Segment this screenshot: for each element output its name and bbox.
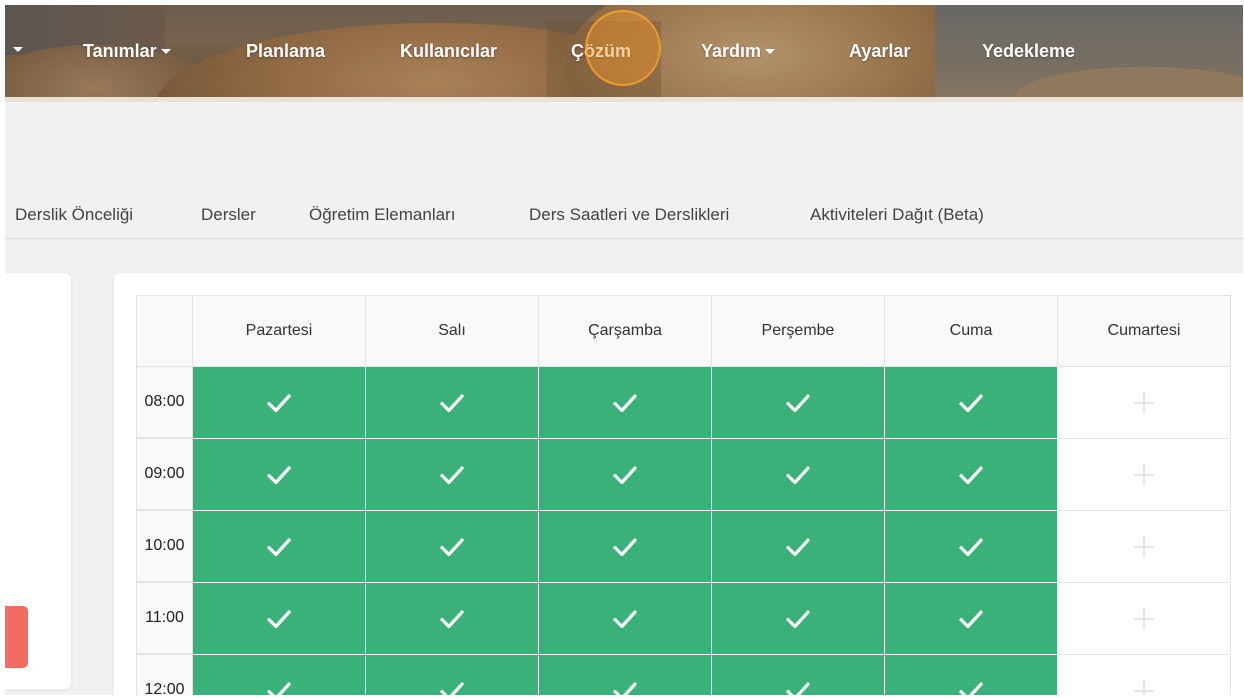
tab-dersler[interactable]: Dersler: [201, 205, 256, 225]
slot-available[interactable]: [193, 655, 366, 695]
top-navbar: Tanımlar Planlama Kullanıcılar Çözüm Yar…: [5, 5, 1243, 97]
day-header: Cuma: [884, 295, 1058, 367]
delete-button[interactable]: [5, 606, 28, 668]
check-icon: [959, 466, 983, 484]
plus-icon: [1134, 536, 1154, 557]
time-label: 11:00: [136, 582, 193, 654]
time-label: 08:00: [136, 366, 193, 438]
nav-item-kullanicilar[interactable]: Kullanıcılar: [400, 39, 497, 63]
slot-available[interactable]: [366, 511, 539, 583]
check-icon: [613, 682, 637, 695]
plus-icon: [1134, 464, 1154, 485]
slot-available[interactable]: [366, 583, 539, 655]
slot-available[interactable]: [885, 367, 1058, 439]
slot-available[interactable]: [539, 583, 712, 655]
slot-available[interactable]: [193, 439, 366, 511]
caret-down-icon: [160, 48, 171, 54]
check-icon: [267, 466, 291, 484]
slot-available[interactable]: [193, 511, 366, 583]
tab-derslik-onceligi[interactable]: Derslik Önceliği: [15, 205, 133, 225]
slot-unavailable[interactable]: [1058, 583, 1231, 655]
tab-ogretim-elemanlari[interactable]: Öğretim Elemanları: [309, 205, 455, 225]
nav-item-tanimlar[interactable]: Tanımlar: [83, 39, 171, 63]
slot-available[interactable]: [885, 439, 1058, 511]
caret-down-icon: [765, 48, 776, 54]
time-label: 12:00: [136, 654, 193, 695]
time-label: 10:00: [136, 510, 193, 582]
slot-available[interactable]: [366, 367, 539, 439]
check-icon: [786, 466, 810, 484]
tab-ders-saatleri-ve-derslikleri[interactable]: Ders Saatleri ve Derslikleri: [529, 205, 729, 225]
slot-available[interactable]: [712, 511, 885, 583]
slot-unavailable[interactable]: [1058, 439, 1231, 511]
slot-available[interactable]: [539, 655, 712, 695]
tab-aktiviteleri-dagit[interactable]: Aktiviteleri Dağıt (Beta): [810, 205, 984, 225]
plus-icon: [1134, 392, 1154, 413]
check-icon: [613, 394, 637, 412]
check-icon: [267, 394, 291, 412]
check-icon: [440, 394, 464, 412]
time-label: 09:00: [136, 438, 193, 510]
check-icon: [440, 466, 464, 484]
check-icon: [267, 682, 291, 695]
plus-icon: [1134, 680, 1154, 695]
day-header: Salı: [365, 295, 539, 367]
slot-unavailable[interactable]: [1058, 511, 1231, 583]
plus-icon: [1134, 608, 1154, 629]
nav-item-yardim[interactable]: Yardım: [701, 39, 776, 63]
nav-item-planlama[interactable]: Planlama: [246, 39, 325, 63]
check-icon: [613, 466, 637, 484]
slot-available[interactable]: [539, 439, 712, 511]
slot-available[interactable]: [193, 583, 366, 655]
check-icon: [786, 538, 810, 556]
slot-available[interactable]: [712, 583, 885, 655]
day-header: Cumartesi: [1057, 295, 1231, 367]
hidden-menu-caret-icon[interactable]: [13, 47, 23, 52]
check-icon: [959, 610, 983, 628]
slot-available[interactable]: [539, 511, 712, 583]
slot-available[interactable]: [712, 439, 885, 511]
slot-available[interactable]: [885, 655, 1058, 695]
slot-available[interactable]: [885, 511, 1058, 583]
check-icon: [440, 682, 464, 695]
slot-available[interactable]: [712, 655, 885, 695]
day-header: Pazartesi: [192, 295, 366, 367]
slot-unavailable[interactable]: [1058, 655, 1231, 695]
check-icon: [267, 538, 291, 556]
slot-available[interactable]: [366, 439, 539, 511]
check-icon: [786, 610, 810, 628]
check-icon: [786, 682, 810, 695]
check-icon: [959, 394, 983, 412]
click-indicator: [585, 10, 661, 86]
check-icon: [959, 682, 983, 695]
app-frame: Tanımlar Planlama Kullanıcılar Çözüm Yar…: [5, 5, 1243, 695]
check-icon: [613, 538, 637, 556]
slot-unavailable[interactable]: [1058, 367, 1231, 439]
check-icon: [613, 610, 637, 628]
day-header: Perşembe: [711, 295, 885, 367]
section-tabs: Derslik Önceliği Dersler Öğretim Elemanl…: [5, 195, 1243, 239]
slot-available[interactable]: [366, 655, 539, 695]
check-icon: [440, 610, 464, 628]
day-header: Çarşamba: [538, 295, 712, 367]
check-icon: [959, 538, 983, 556]
check-icon: [267, 610, 291, 628]
slot-available[interactable]: [885, 583, 1058, 655]
grid-corner: [136, 295, 193, 367]
slot-available[interactable]: [712, 367, 885, 439]
slot-available[interactable]: [539, 367, 712, 439]
check-icon: [440, 538, 464, 556]
nav-item-yedekleme[interactable]: Yedekleme: [982, 39, 1075, 63]
check-icon: [786, 394, 810, 412]
nav-item-ayarlar[interactable]: Ayarlar: [849, 39, 910, 63]
slot-available[interactable]: [193, 367, 366, 439]
